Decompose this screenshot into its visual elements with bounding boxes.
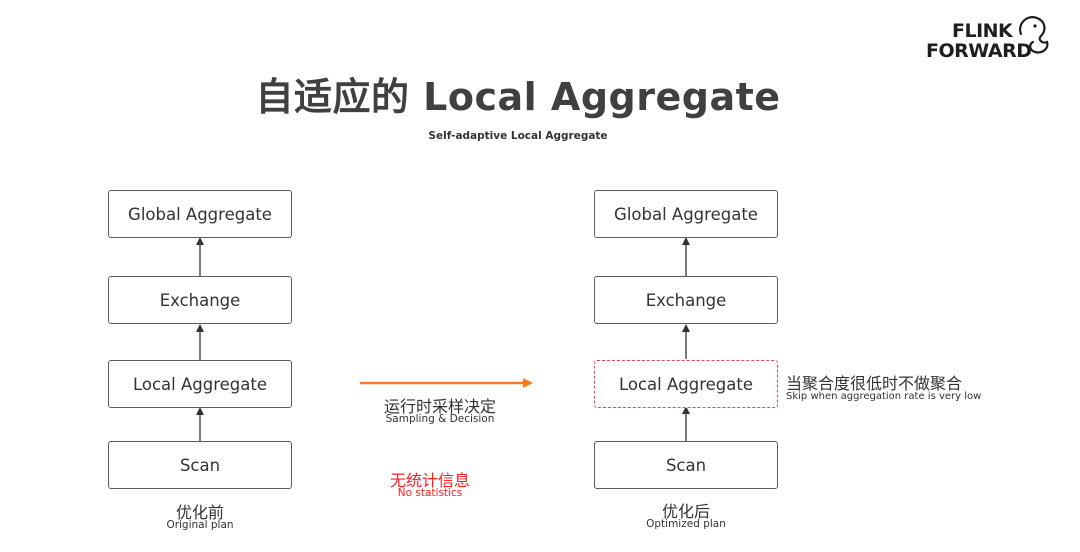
original-local-aggregate-node: Local Aggregate bbox=[108, 360, 292, 408]
original-plan-caption-en: Original plan bbox=[166, 519, 234, 531]
no-statistics-label-en: No statistics bbox=[397, 487, 463, 499]
original-global-aggregate-node: Global Aggregate bbox=[108, 190, 292, 238]
original-scan-node: Scan bbox=[108, 441, 292, 489]
optimized-exchange-node: Exchange bbox=[594, 276, 778, 324]
transition-label-en: Sampling & Decision bbox=[385, 413, 495, 425]
optimized-local-aggregate-node-skippable: Local Aggregate bbox=[594, 360, 778, 408]
original-exchange-node: Exchange bbox=[108, 276, 292, 324]
optimized-plan-caption-en: Optimized plan bbox=[646, 518, 726, 530]
skip-note-en: Skip when aggregation rate is very low bbox=[786, 391, 982, 402]
optimized-global-aggregate-node: Global Aggregate bbox=[594, 190, 778, 238]
optimized-scan-node: Scan bbox=[594, 441, 778, 489]
